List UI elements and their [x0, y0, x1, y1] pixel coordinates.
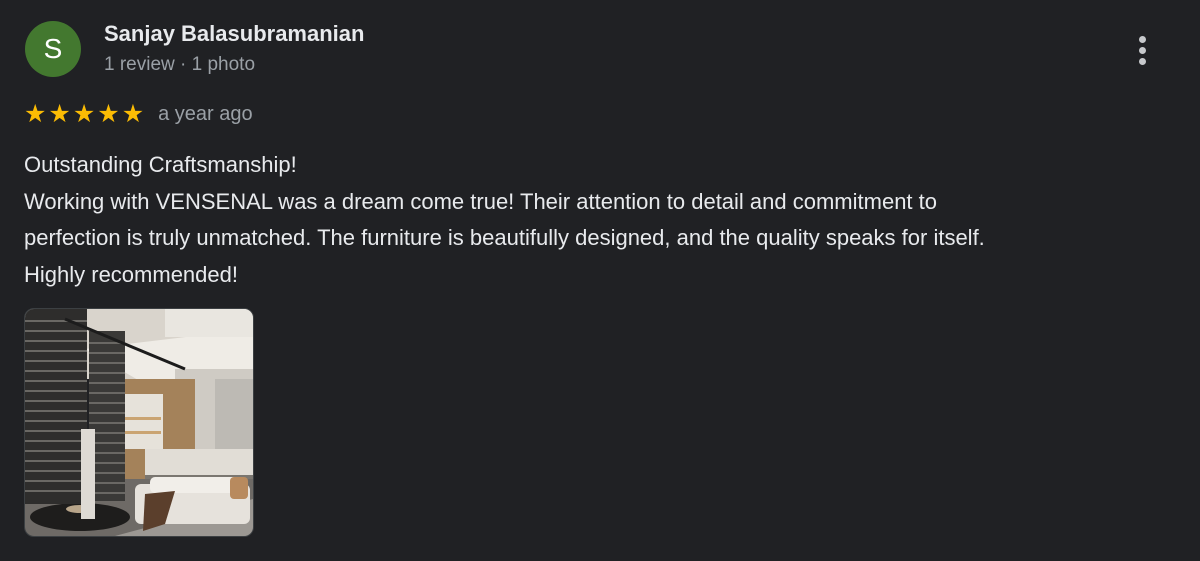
star-icon: ★ — [121, 99, 145, 128]
rating-row: ★ ★ ★ ★ ★ a year ago — [24, 100, 253, 128]
more-options-icon[interactable] — [1124, 30, 1160, 70]
dot — [1139, 36, 1146, 43]
review-line: Highly recommended! — [24, 261, 238, 287]
review-text: Outstanding Craftsmanship! Working with … — [24, 147, 1174, 293]
avatar[interactable]: S — [25, 21, 81, 77]
star-icon: ★ — [48, 99, 71, 128]
review-line: Outstanding Craftsmanship! — [24, 152, 297, 177]
dot — [1139, 47, 1146, 54]
star-rating: ★ ★ ★ ★ ★ — [24, 99, 145, 128]
review-line: Working with VENSENAL was a dream come t… — [24, 188, 937, 214]
reviewer-name[interactable]: Sanjay Balasubramanian — [104, 21, 364, 47]
star-icon: ★ — [97, 99, 120, 128]
review-date: a year ago — [158, 102, 253, 125]
review-photo[interactable] — [24, 308, 254, 537]
review-card: S Sanjay Balasubramanian 1 review · 1 ph… — [0, 0, 1200, 561]
star-icon: ★ — [72, 99, 96, 128]
reviewer-meta: 1 review · 1 photo — [104, 54, 256, 75]
dot — [1139, 58, 1146, 65]
review-line: perfection is truly unmatched. The furni… — [24, 225, 985, 250]
star-icon: ★ — [24, 99, 47, 128]
